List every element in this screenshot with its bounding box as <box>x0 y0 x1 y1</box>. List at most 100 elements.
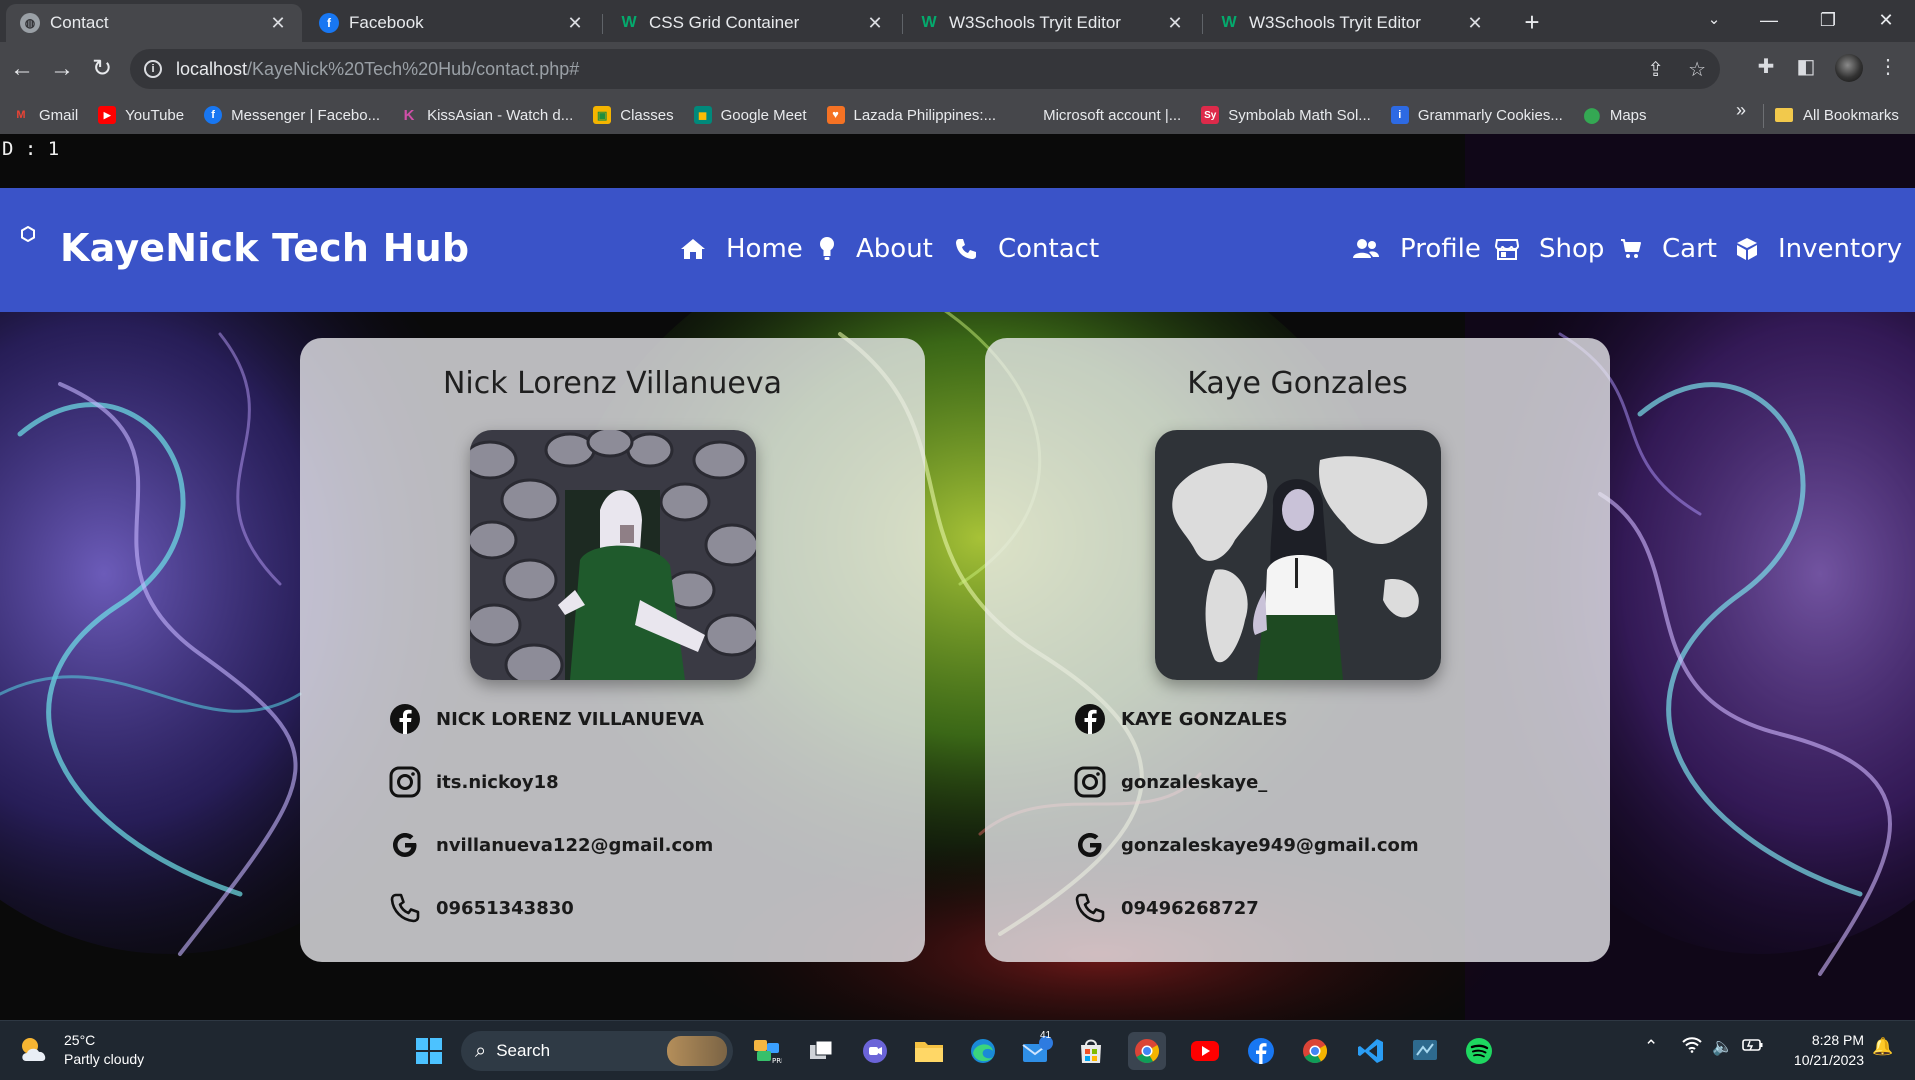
taskbar-search[interactable]: ⌕ Search <box>461 1031 733 1071</box>
email-contact-row[interactable]: gonzaleskaye949@gmail.com <box>1073 828 1419 862</box>
bookmark-label: KissAsian - Watch d... <box>427 106 574 124</box>
profile-avatar[interactable] <box>1835 54 1863 82</box>
menu-icon[interactable]: ⋮ <box>1873 54 1903 79</box>
weather-widget[interactable]: 25°C Partly cloudy <box>18 1031 144 1069</box>
phone-contact-row[interactable]: 09651343830 <box>388 891 574 925</box>
clock-date: 10/21/2023 <box>1793 1052 1864 1068</box>
teams-app[interactable] <box>856 1032 894 1070</box>
close-icon[interactable]: ✕ <box>865 13 885 34</box>
nav-inventory[interactable]: Inventory <box>1736 234 1902 264</box>
close-icon[interactable]: ✕ <box>565 13 585 34</box>
bookmark-symbolab[interactable]: Sy Symbolab Math Sol... <box>1201 106 1371 124</box>
chevron-up-icon[interactable]: ⌃ <box>1644 1037 1658 1057</box>
spotify-app[interactable] <box>1460 1032 1498 1070</box>
reload-button[interactable]: ↻ <box>86 53 118 85</box>
tab-css-grid[interactable]: W CSS Grid Container ✕ <box>605 4 899 42</box>
phone-contact-row[interactable]: 09496268727 <box>1073 891 1259 925</box>
database-tool-app[interactable] <box>1406 1032 1444 1070</box>
share-icon[interactable]: ⇪ <box>1647 57 1664 82</box>
email-contact-row[interactable]: nvillanueva122@gmail.com <box>388 828 713 862</box>
chrome-icon <box>1303 1039 1328 1064</box>
address-bar[interactable]: i localhost/KayeNick%20Tech%20Hub/contac… <box>130 49 1720 89</box>
store-icon <box>1081 1039 1101 1063</box>
bookmark-star-icon[interactable]: ☆ <box>1688 57 1706 82</box>
window-close-button[interactable]: ✕ <box>1858 0 1914 40</box>
instagram-icon <box>1073 765 1107 799</box>
mail-app[interactable]: 41 <box>1018 1030 1056 1070</box>
new-tab-button[interactable]: + <box>1515 6 1549 40</box>
all-bookmarks-button[interactable]: All Bookmarks <box>1775 96 1899 134</box>
facebook-contact-row[interactable]: KAYE GONZALES <box>1073 702 1288 736</box>
nav-contact[interactable]: Contact <box>954 234 1099 264</box>
system-clock[interactable]: 8:28 PM 10/21/2023 <box>1782 1030 1864 1070</box>
more-bookmarks-button[interactable]: » <box>1736 100 1746 121</box>
folder-icon <box>1775 108 1793 122</box>
tab-tryit-1[interactable]: W W3Schools Tryit Editor ✕ <box>905 4 1199 42</box>
close-icon[interactable]: ✕ <box>1465 13 1485 34</box>
back-button[interactable]: ← <box>6 53 38 85</box>
bookmark-grammarly[interactable]: i Grammarly Cookies... <box>1390 106 1563 124</box>
tab-contact[interactable]: ◍ Contact ✕ <box>6 4 302 42</box>
minimize-button[interactable]: — <box>1741 0 1797 40</box>
nav-label: Contact <box>998 234 1100 264</box>
lazada-icon: ♥ <box>826 106 845 124</box>
site-info-icon[interactable]: i <box>144 60 162 78</box>
vscode-app[interactable] <box>1352 1032 1390 1070</box>
youtube-app[interactable] <box>1186 1032 1224 1070</box>
instagram-contact-row[interactable]: its.nickoy18 <box>388 765 559 799</box>
tab-facebook[interactable]: f Facebook ✕ <box>305 4 599 42</box>
tab-search-button[interactable]: ⌄ <box>1686 0 1742 40</box>
facebook-icon <box>1248 1038 1274 1064</box>
wifi-icon[interactable] <box>1682 1037 1702 1058</box>
copilot-app[interactable]: PRE <box>748 1032 786 1070</box>
chrome-app-2[interactable] <box>1296 1032 1334 1070</box>
forward-button[interactable]: → <box>46 53 78 85</box>
task-view-app[interactable] <box>802 1032 840 1070</box>
extensions-icon[interactable]: ✚ <box>1751 54 1781 79</box>
facebook-contact-row[interactable]: NICK LORENZ VILLANUEVA <box>388 702 704 736</box>
brand-title[interactable]: KayeNick Tech Hub <box>60 226 469 270</box>
search-icon: ⌕ <box>475 1039 487 1062</box>
bookmark-microsoft[interactable]: Microsoft account |... <box>1016 106 1181 124</box>
bookmark-lazada[interactable]: ♥ Lazada Philippines:... <box>826 106 996 124</box>
start-button[interactable] <box>410 1032 448 1070</box>
bookmark-meet[interactable]: ◼ Google Meet <box>693 106 807 124</box>
nav-profile[interactable]: Profile <box>1352 234 1481 264</box>
restore-button[interactable]: ❐ <box>1800 0 1856 40</box>
facebook-icon: f <box>319 13 339 33</box>
tab-tryit-2[interactable]: W W3Schools Tryit Editor ✕ <box>1205 4 1499 42</box>
tab-title: CSS Grid Container <box>649 13 800 32</box>
bookmark-messenger[interactable]: f Messenger | Facebo... <box>204 106 380 124</box>
nav-home[interactable]: Home <box>680 234 803 264</box>
nav-cart[interactable]: Cart <box>1620 234 1717 264</box>
mail-badge: 41 <box>1040 1030 1052 1041</box>
lightbulb-icon <box>820 237 834 260</box>
volume-icon[interactable]: 🔈 <box>1712 1037 1733 1057</box>
store-icon <box>1495 239 1519 260</box>
facebook-app[interactable] <box>1242 1032 1280 1070</box>
email-address: nvillanueva122@gmail.com <box>436 834 714 856</box>
contact-card-kaye: Kaye Gonzales KAYE GONZALES gonzaleskaye… <box>985 338 1610 962</box>
edge-icon <box>971 1039 995 1063</box>
bookmark-gmail[interactable]: M Gmail <box>12 106 78 124</box>
nav-shop[interactable]: Shop <box>1495 234 1604 264</box>
close-icon[interactable]: ✕ <box>1165 13 1185 34</box>
bookmark-youtube[interactable]: ▶ YouTube <box>98 106 184 124</box>
file-explorer-app[interactable] <box>910 1032 948 1070</box>
bookmark-classes[interactable]: ▣ Classes <box>593 106 674 124</box>
bookmark-kissasian[interactable]: K KissAsian - Watch d... <box>400 106 574 124</box>
edge-app[interactable] <box>964 1032 1002 1070</box>
nav-label: About <box>856 234 933 264</box>
notification-bell-icon[interactable]: 🔔 <box>1872 1037 1893 1057</box>
chrome-app-active[interactable] <box>1128 1032 1166 1070</box>
battery-icon[interactable] <box>1742 1037 1764 1058</box>
url-host: localhost <box>176 58 248 79</box>
close-icon[interactable]: ✕ <box>268 13 288 34</box>
store-app[interactable] <box>1072 1032 1110 1070</box>
instagram-handle: its.nickoy18 <box>436 771 559 793</box>
side-panel-icon[interactable]: ◧ <box>1791 54 1821 79</box>
facebook-icon <box>1073 702 1107 736</box>
nav-about[interactable]: About <box>818 234 933 264</box>
bookmark-maps[interactable]: ⬤ Maps <box>1583 106 1646 125</box>
instagram-contact-row[interactable]: gonzaleskaye_ <box>1073 765 1267 799</box>
